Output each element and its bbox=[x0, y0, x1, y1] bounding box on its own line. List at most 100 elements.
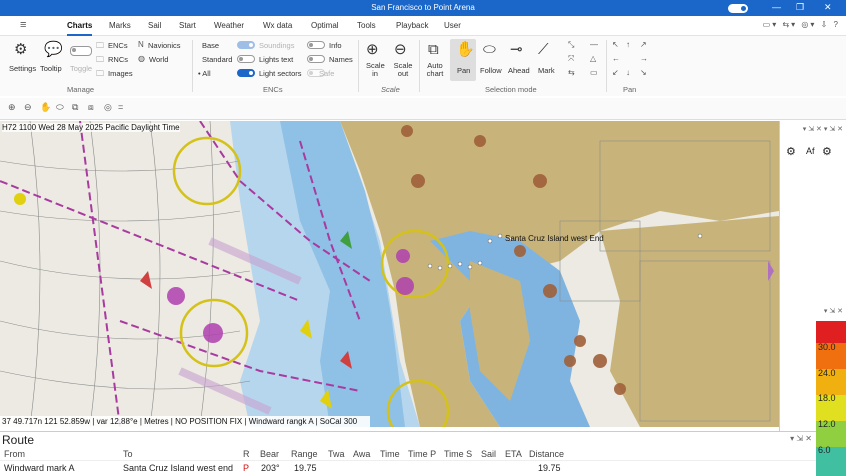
standard-option[interactable]: Standard bbox=[202, 55, 232, 64]
col-time[interactable]: Time bbox=[380, 449, 400, 459]
route-row-to[interactable]: Santa Cruz Island west end bbox=[123, 463, 233, 473]
all-option[interactable]: • All bbox=[198, 69, 211, 78]
panel-settings-gear-icon[interactable]: ⚙ bbox=[786, 145, 796, 158]
selection-tool-icon[interactable]: ⤧ bbox=[568, 54, 574, 64]
hamburger-menu-icon[interactable]: ≡ bbox=[20, 19, 26, 31]
panel-af-icon[interactable]: Af bbox=[806, 146, 815, 156]
menu-charts[interactable]: Charts bbox=[67, 21, 93, 36]
scale-label: 6.0 bbox=[818, 445, 831, 455]
col-from[interactable]: From bbox=[4, 449, 25, 459]
col-bear[interactable]: Bear bbox=[260, 449, 279, 459]
quickbar-more-icon[interactable]: = bbox=[118, 102, 123, 112]
menu-tools[interactable]: Tools bbox=[357, 21, 376, 30]
pan-up-left-icon[interactable]: ↖ bbox=[612, 40, 619, 49]
menu-weather[interactable]: Weather bbox=[214, 21, 244, 30]
selection-tool-icon[interactable]: △ bbox=[590, 54, 596, 63]
lights-text-toggle[interactable] bbox=[237, 55, 255, 63]
route-row-bear[interactable]: 203° bbox=[261, 463, 280, 473]
col-awa[interactable]: Awa bbox=[353, 449, 370, 459]
scale-in-button[interactable]: Scale in bbox=[366, 62, 385, 78]
col-distance[interactable]: Distance bbox=[529, 449, 564, 459]
auto-chart-icon[interactable]: ⧉ bbox=[428, 42, 439, 57]
col-r[interactable]: R bbox=[243, 449, 250, 459]
mark-icon[interactable]: ⟋ bbox=[538, 42, 549, 57]
follow-boat-icon[interactable]: ⬭ bbox=[483, 42, 496, 57]
light-sectors-toggle[interactable] bbox=[237, 69, 255, 77]
auto-chart-small-icon[interactable]: ⧉ bbox=[72, 102, 78, 113]
tooltip-icon[interactable]: 💬 bbox=[44, 42, 63, 57]
menu-playback[interactable]: Playback bbox=[396, 21, 428, 30]
settings-gear-icon[interactable]: ⚙ bbox=[14, 42, 27, 57]
target-small-icon[interactable]: ◎ bbox=[104, 102, 112, 113]
col-time-s[interactable]: Time S bbox=[444, 449, 472, 459]
navionics-button[interactable]: Navionics bbox=[148, 41, 181, 50]
names-toggle[interactable] bbox=[307, 55, 325, 63]
maximize-icon[interactable]: ❐ bbox=[796, 2, 804, 13]
panel-window-controls-icon[interactable]: ▾ ⇲ ✕ ▾ ⇲ ✕ bbox=[803, 125, 843, 133]
nautical-chart[interactable]: Santa Cruz Island west End H72 1100 Wed … bbox=[0, 121, 779, 427]
zoom-out-icon[interactable]: ⊖ bbox=[394, 42, 407, 57]
scale-out-button[interactable]: Scale out bbox=[392, 62, 414, 78]
pan-down-left-icon[interactable]: ↙ bbox=[612, 68, 619, 77]
close-icon[interactable]: ✕ bbox=[824, 2, 832, 13]
route-panel-controls-icon[interactable]: ▾ ⇲ ✕ bbox=[790, 434, 812, 443]
ahead-button[interactable]: Ahead bbox=[508, 66, 530, 75]
toggle-switch[interactable] bbox=[70, 46, 92, 56]
route-row-distance[interactable]: 19.75 bbox=[538, 463, 561, 473]
soundings-toggle[interactable] bbox=[237, 41, 255, 49]
route-row-r[interactable]: P bbox=[243, 463, 249, 473]
mark-button[interactable]: Mark bbox=[538, 66, 555, 75]
auto-chart-button[interactable]: Auto chart bbox=[424, 62, 446, 78]
ahead-boat-icon[interactable]: ⊸ bbox=[510, 42, 523, 57]
zoom-in-icon[interactable]: ⊕ bbox=[366, 42, 379, 57]
menu-marks[interactable]: Marks bbox=[109, 21, 131, 30]
theme-toggle[interactable] bbox=[728, 4, 748, 13]
pan-button[interactable]: Pan bbox=[457, 66, 470, 75]
col-twa[interactable]: Twa bbox=[328, 449, 345, 459]
base-option[interactable]: Base bbox=[202, 41, 219, 50]
pan-up-right-icon[interactable]: ↗ bbox=[640, 40, 647, 49]
pan-left-icon[interactable]: ← bbox=[612, 54, 620, 63]
follow-button[interactable]: Follow bbox=[480, 66, 502, 75]
col-sail[interactable]: Sail bbox=[481, 449, 496, 459]
menu-user[interactable]: User bbox=[444, 21, 461, 30]
selection-tool-icon[interactable]: ⤡ bbox=[568, 40, 574, 50]
panel-settings-gear-icon[interactable]: ⚙ bbox=[822, 145, 832, 158]
selection-tool-icon[interactable]: ⇆ bbox=[568, 68, 575, 77]
menu-sail[interactable]: Sail bbox=[148, 21, 161, 30]
pan-down-icon[interactable]: ↓ bbox=[626, 68, 630, 77]
route-row-from[interactable]: Windward mark A bbox=[4, 463, 75, 473]
layers-small-icon[interactable]: ⧈ bbox=[88, 102, 94, 113]
follow-small-icon[interactable]: ⬭ bbox=[56, 102, 64, 113]
selection-tool-icon[interactable]: ▭ bbox=[590, 68, 598, 77]
tooltip-button-label[interactable]: Tooltip bbox=[40, 64, 62, 73]
minimize-icon[interactable]: — bbox=[772, 2, 781, 12]
selection-tool-icon[interactable]: — bbox=[590, 40, 598, 49]
chart-canvas[interactable]: Santa Cruz Island west End bbox=[0, 121, 779, 427]
images-button[interactable]: Images bbox=[108, 69, 133, 78]
encs-button[interactable]: ENCs bbox=[108, 41, 128, 50]
world-button[interactable]: World bbox=[149, 55, 168, 64]
zoom-in-small-icon[interactable]: ⊕ bbox=[8, 102, 16, 113]
toolbar-right-icons[interactable]: ▭▾ ⇆▾ ◎▾ ⇩ ? bbox=[763, 20, 840, 29]
pan-small-icon[interactable]: ✋ bbox=[40, 102, 51, 113]
col-eta[interactable]: ETA bbox=[505, 449, 522, 459]
info-toggle[interactable] bbox=[307, 41, 325, 49]
pan-hand-icon[interactable]: ✋ bbox=[456, 42, 475, 57]
pan-down-right-icon[interactable]: ↘ bbox=[640, 68, 647, 77]
rncs-button[interactable]: RNCs bbox=[108, 55, 128, 64]
col-range[interactable]: Range bbox=[291, 449, 318, 459]
col-time-p[interactable]: Time P bbox=[408, 449, 436, 459]
scale-panel-controls-icon[interactable]: ▾ ⇲ ✕ bbox=[824, 307, 843, 315]
navionics-icon: N bbox=[138, 40, 144, 49]
menu-optimal[interactable]: Optimal bbox=[311, 21, 339, 30]
menu-start[interactable]: Start bbox=[179, 21, 196, 30]
menu-wx-data[interactable]: Wx data bbox=[263, 21, 292, 30]
col-to[interactable]: To bbox=[123, 449, 133, 459]
pan-right-icon[interactable]: → bbox=[640, 54, 648, 63]
settings-button-label[interactable]: Settings bbox=[9, 64, 36, 73]
pan-up-icon[interactable]: ↑ bbox=[626, 40, 630, 49]
title-bar: San Francisco to Point Arena — ❐ ✕ bbox=[0, 0, 846, 16]
zoom-out-small-icon[interactable]: ⊖ bbox=[24, 102, 32, 113]
route-row-range[interactable]: 19.75 bbox=[294, 463, 317, 473]
